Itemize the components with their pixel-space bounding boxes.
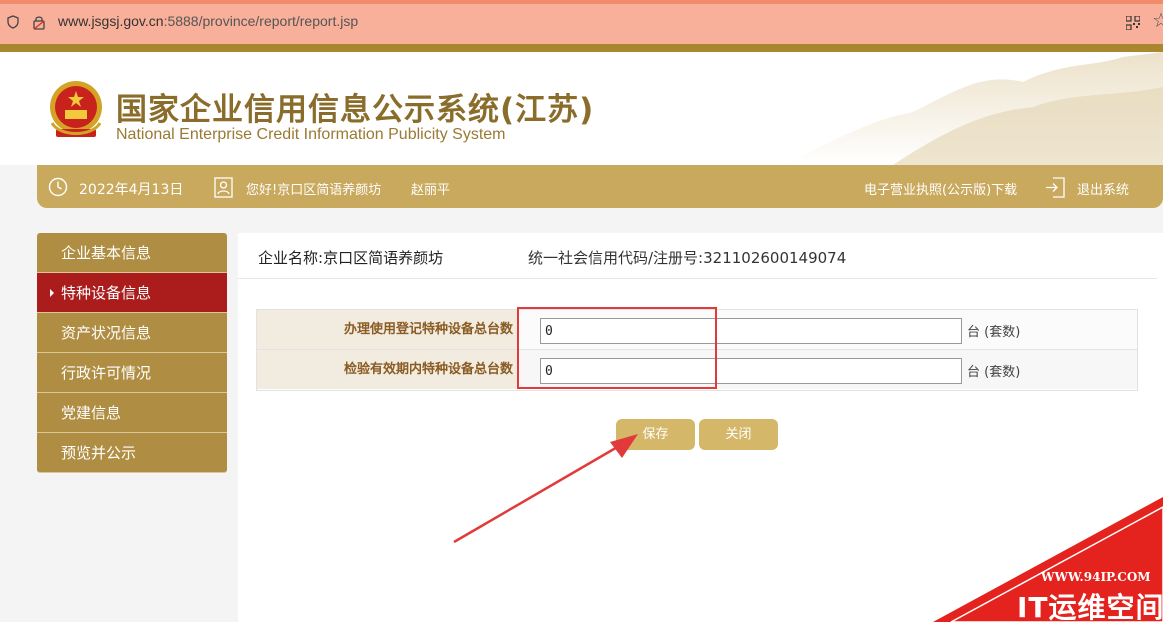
url-domain: www.jsgsj.gov.cn (58, 13, 164, 29)
url-field[interactable]: www.jsgsj.gov.cn:5888/province/report/re… (58, 13, 358, 29)
lock-icon[interactable] (32, 14, 46, 30)
highlight-box (517, 307, 717, 389)
registered-count-unit: 台 (套数) (967, 325, 1021, 340)
sidebar-item-party-building[interactable]: 党建信息 (37, 393, 227, 433)
user-greeting: 您好!京口区简语养颜坊 (246, 183, 382, 198)
user-icon (214, 177, 233, 198)
logout-icon[interactable] (1045, 177, 1065, 198)
page-subtitle: National Enterprise Credit Information P… (116, 126, 506, 143)
sidebar-item-admin-license[interactable]: 行政许可情况 (37, 353, 227, 393)
enterprise-name-row: 企业名称:京口区简语养颜坊 (258, 247, 443, 268)
download-license-link[interactable]: 电子营业执照(公示版)下载 (864, 179, 1017, 198)
url-path: :5888/province/report/report.jsp (163, 13, 359, 29)
enterprise-name: 京口区简语养颜坊 (323, 249, 444, 267)
watermark-url: WWW.94IP.COM (1041, 570, 1151, 584)
sidebar-item-preview-publish[interactable]: 预览并公示 (37, 433, 227, 473)
info-bar: 2022年4月13日 您好!京口区简语养颜坊 赵丽平 电子营业执照(公示版)下载… (37, 165, 1163, 208)
header-gold-line (0, 44, 1163, 52)
current-date: 2022年4月13日 (79, 182, 184, 198)
watermark-text: IT运维空间 (1017, 591, 1163, 622)
sidebar-item-basic-info[interactable]: 企业基本信息 (37, 233, 227, 273)
credit-code-label: 统一社会信用代码/注册号: (528, 249, 704, 267)
logout-link[interactable]: 退出系统 (1077, 179, 1129, 198)
clock-icon (48, 177, 68, 197)
page-title: 国家企业信用信息公示系统(江苏) (116, 92, 595, 128)
sidebar-nav: 企业基本信息 特种设备信息 资产状况信息 行政许可情况 党建信息 预览并公示 (37, 233, 227, 473)
bookmark-star-icon[interactable]: ☆ (1152, 10, 1163, 30)
close-button[interactable]: 关闭 (699, 419, 778, 450)
user-name: 赵丽平 (411, 183, 451, 198)
valid-inspection-count-unit: 台 (套数) (967, 365, 1021, 380)
enterprise-name-label: 企业名称: (258, 249, 324, 267)
qr-code-icon[interactable] (1126, 16, 1140, 30)
national-emblem-icon (50, 81, 102, 137)
mountain-decoration (783, 52, 1163, 165)
credit-code-row: 统一社会信用代码/注册号:321102600149074 (528, 247, 846, 268)
valid-inspection-count-label: 检验有效期内特种设备总台数 (257, 350, 519, 389)
site-header: 国家企业信用信息公示系统(江苏) National Enterprise Cre… (0, 52, 1163, 165)
sidebar-item-assets[interactable]: 资产状况信息 (37, 313, 227, 353)
browser-address-bar: www.jsgsj.gov.cn:5888/province/report/re… (0, 0, 1163, 44)
enterprise-header: 企业名称:京口区简语养颜坊 统一社会信用代码/注册号:3211026001490… (238, 233, 1157, 279)
annotation-arrow (453, 434, 638, 544)
sidebar-item-special-equipment[interactable]: 特种设备信息 (37, 273, 227, 313)
shield-icon[interactable] (7, 15, 19, 29)
registered-count-label: 办理使用登记特种设备总台数 (257, 310, 519, 349)
credit-code: 321102600149074 (703, 249, 847, 267)
